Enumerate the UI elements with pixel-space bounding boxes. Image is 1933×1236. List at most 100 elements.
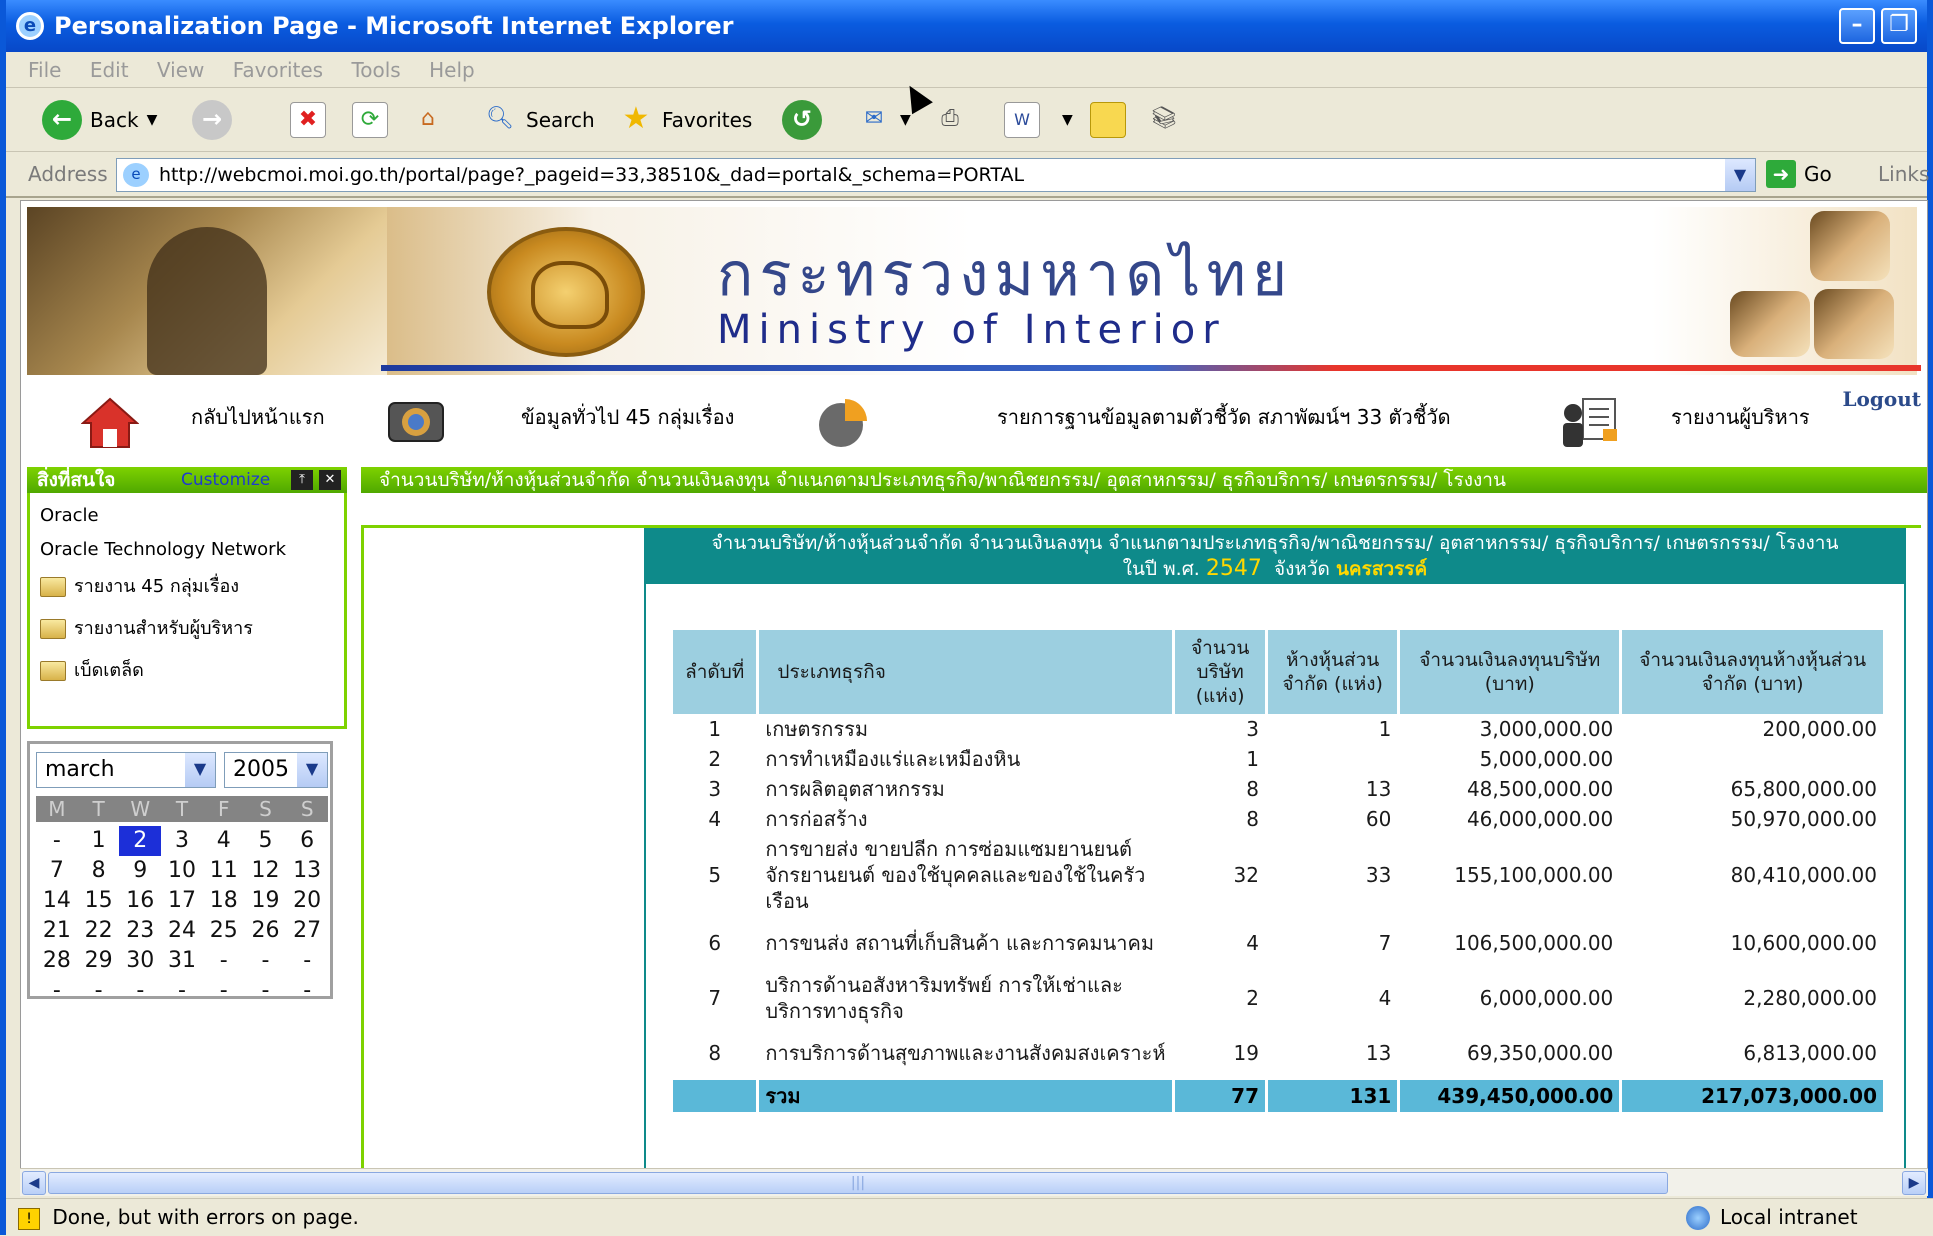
stop-button[interactable]: ✖ [290, 98, 326, 142]
sidebar-item-misc[interactable]: เบ็ดเตล็ด [40, 655, 144, 684]
calendar-day[interactable]: 18 [203, 886, 245, 916]
calendar-day[interactable]: 11 [203, 856, 245, 886]
calendar-day[interactable]: 22 [78, 916, 120, 946]
mail-dropdown-icon[interactable]: ▼ [900, 112, 911, 128]
chevron-down-icon: ▼ [185, 753, 215, 787]
menu-view[interactable]: View [157, 52, 204, 88]
nav-home-link[interactable]: กลับไปหน้าแรก [191, 401, 325, 433]
calendar-day[interactable]: 14 [36, 886, 78, 916]
calendar-day[interactable]: 16 [119, 886, 161, 916]
menu-edit[interactable]: Edit [90, 52, 129, 88]
home-icon[interactable] [81, 395, 139, 449]
warning-icon[interactable]: ! [18, 1207, 40, 1230]
sidebar-item-executive[interactable]: รายงานสำหรับผู้บริหาร [40, 613, 253, 642]
page-icon: e [123, 163, 149, 187]
calendar-day[interactable]: 13 [286, 856, 328, 886]
calendar-day[interactable]: 25 [203, 916, 245, 946]
calendar-day[interactable]: 4 [203, 826, 245, 856]
calendar-day[interactable]: 29 [78, 946, 120, 976]
cell-partnership-investment: 6,813,000.00 [1743, 1041, 1877, 1065]
search-button[interactable]: 🔍︎ Search [482, 98, 595, 142]
standard-toolbar: ← Back ▼ → ✖ ⟳ ⌂ 🔍︎ Search ★ Favorites ↺… [6, 88, 1927, 152]
discuss-button[interactable] [1090, 98, 1126, 142]
sidebar-item-report-45[interactable]: รายงาน 45 กลุ่มเรื่อง [40, 571, 239, 600]
nav-general-info-link[interactable]: ข้อมูลทั่วไป 45 กลุ่มเรื่อง [521, 401, 734, 433]
menu-file[interactable]: File [28, 52, 61, 88]
calendar-day[interactable]: 5 [245, 826, 287, 856]
restore-button[interactable]: ❐ [1881, 8, 1917, 44]
calendar-day[interactable]: 17 [161, 886, 203, 916]
address-dropdown-icon[interactable]: ▼ [1725, 159, 1755, 191]
scroll-left-icon[interactable]: ◀ [22, 1171, 46, 1195]
calendar-day[interactable]: 12 [245, 856, 287, 886]
menu-help[interactable]: Help [429, 52, 475, 88]
ministry-seal-logo [487, 227, 645, 357]
horizontal-scrollbar[interactable]: ◀ ||| ▶ [20, 1168, 1928, 1196]
cell-business-type: การบริการด้านสุขภาพและงานสังคมสงเคราะห์ [765, 1041, 1166, 1065]
cell-partnerships: 33 [1365, 863, 1392, 887]
month-select[interactable]: march ▼ [36, 752, 216, 788]
calendar-day[interactable]: 6 [286, 826, 328, 856]
calendar-day[interactable]: 7 [36, 856, 78, 886]
calendar-week-row: -123456 [36, 826, 328, 856]
calendar-day[interactable]: 26 [245, 916, 287, 946]
calendar-day[interactable]: 8 [78, 856, 120, 886]
calendar-day[interactable]: 19 [245, 886, 287, 916]
minimize-button[interactable]: – [1839, 8, 1875, 44]
calendar-day[interactable]: 27 [286, 916, 328, 946]
menu-favorites[interactable]: Favorites [233, 52, 323, 88]
calendar-day[interactable]: 24 [161, 916, 203, 946]
calendar-day[interactable]: 31 [161, 946, 203, 976]
history-button[interactable]: ↺ [782, 98, 822, 142]
calendar-day: - [178, 978, 186, 1003]
refresh-button[interactable]: ⟳ [352, 98, 388, 142]
mail-button[interactable]: ✉ ▼ [856, 98, 911, 142]
sidebar-item-oracle[interactable]: Oracle [40, 505, 99, 526]
home-button[interactable]: ⌂ [410, 98, 446, 142]
favorites-button[interactable]: ★ Favorites [618, 98, 753, 142]
calendar-day[interactable]: 10 [161, 856, 203, 886]
edit-dropdown-icon[interactable]: ▼ [1062, 112, 1073, 128]
refresh-icon: ⟳ [352, 102, 388, 138]
go-button[interactable]: ➜ Go [1766, 160, 1832, 188]
calendar-day[interactable]: 3 [161, 826, 203, 856]
back-button[interactable]: ← Back ▼ [42, 98, 157, 142]
pin-up-icon[interactable]: ⤒ [291, 470, 313, 490]
year-select[interactable]: 2005 ▼ [224, 752, 328, 788]
logout-link[interactable]: Logout [1842, 387, 1921, 411]
forward-button[interactable]: → [192, 98, 232, 142]
research-button[interactable]: 📚︎ [1146, 98, 1182, 142]
cell-company-investment: 69,350,000.00 [1466, 1041, 1614, 1065]
close-icon[interactable]: ✕ [319, 470, 341, 490]
calendar-day[interactable]: 30 [119, 946, 161, 976]
links-button[interactable]: Links [1878, 162, 1929, 186]
print-button[interactable]: ⎙ [932, 98, 968, 142]
edit-button[interactable]: W ▼ [1004, 98, 1073, 142]
calendar-day[interactable]: 1 [78, 826, 120, 856]
scrollbar-thumb[interactable]: ||| [48, 1172, 1668, 1194]
sidebar-title: สิ่งที่สนใจ [37, 469, 116, 491]
calendar-day[interactable]: 21 [36, 916, 78, 946]
cell-business-type: การขายส่ง ขายปลีก การซ่อมแซมยานยนต์ จักร… [765, 837, 1146, 913]
menu-tools[interactable]: Tools [351, 52, 400, 88]
scroll-right-icon[interactable]: ▶ [1902, 1171, 1926, 1195]
calendar-day[interactable]: 23 [119, 916, 161, 946]
research-icon: 📚︎ [1150, 106, 1178, 131]
business-investment-table: ลำดับที่ ประเภทธุรกิจ จำนวน บริษัท (แห่ง… [670, 630, 1886, 1112]
address-input[interactable]: e http://webcmoi.moi.go.th/portal/page?_… [116, 158, 1756, 192]
calendar-day[interactable]: 20 [286, 886, 328, 916]
total-cell-company-investment: 439,450,000.00 [1400, 1080, 1620, 1112]
globe-icon[interactable] [387, 401, 445, 443]
back-dropdown-icon[interactable]: ▼ [147, 112, 158, 128]
sidebar-item-otn[interactable]: Oracle Technology Network [40, 539, 286, 560]
pie-chart-icon[interactable] [813, 395, 873, 449]
calendar-day[interactable]: 2 [119, 826, 162, 856]
nav-executive-report-link[interactable]: รายงานผู้บริหาร [1671, 401, 1810, 433]
executive-report-icon[interactable] [1559, 395, 1621, 451]
nav-indicators-link[interactable]: รายการฐานข้อมูลตามตัวชี้วัด สภาพัฒน์ฯ 33… [997, 401, 1451, 433]
calendar-day[interactable]: 28 [36, 946, 78, 976]
cell-business-type: การผลิตอุตสาหกรรม [765, 777, 945, 801]
calendar-day[interactable]: 9 [119, 856, 161, 886]
customize-link[interactable]: Customize [181, 467, 270, 493]
calendar-day[interactable]: 15 [78, 886, 120, 916]
